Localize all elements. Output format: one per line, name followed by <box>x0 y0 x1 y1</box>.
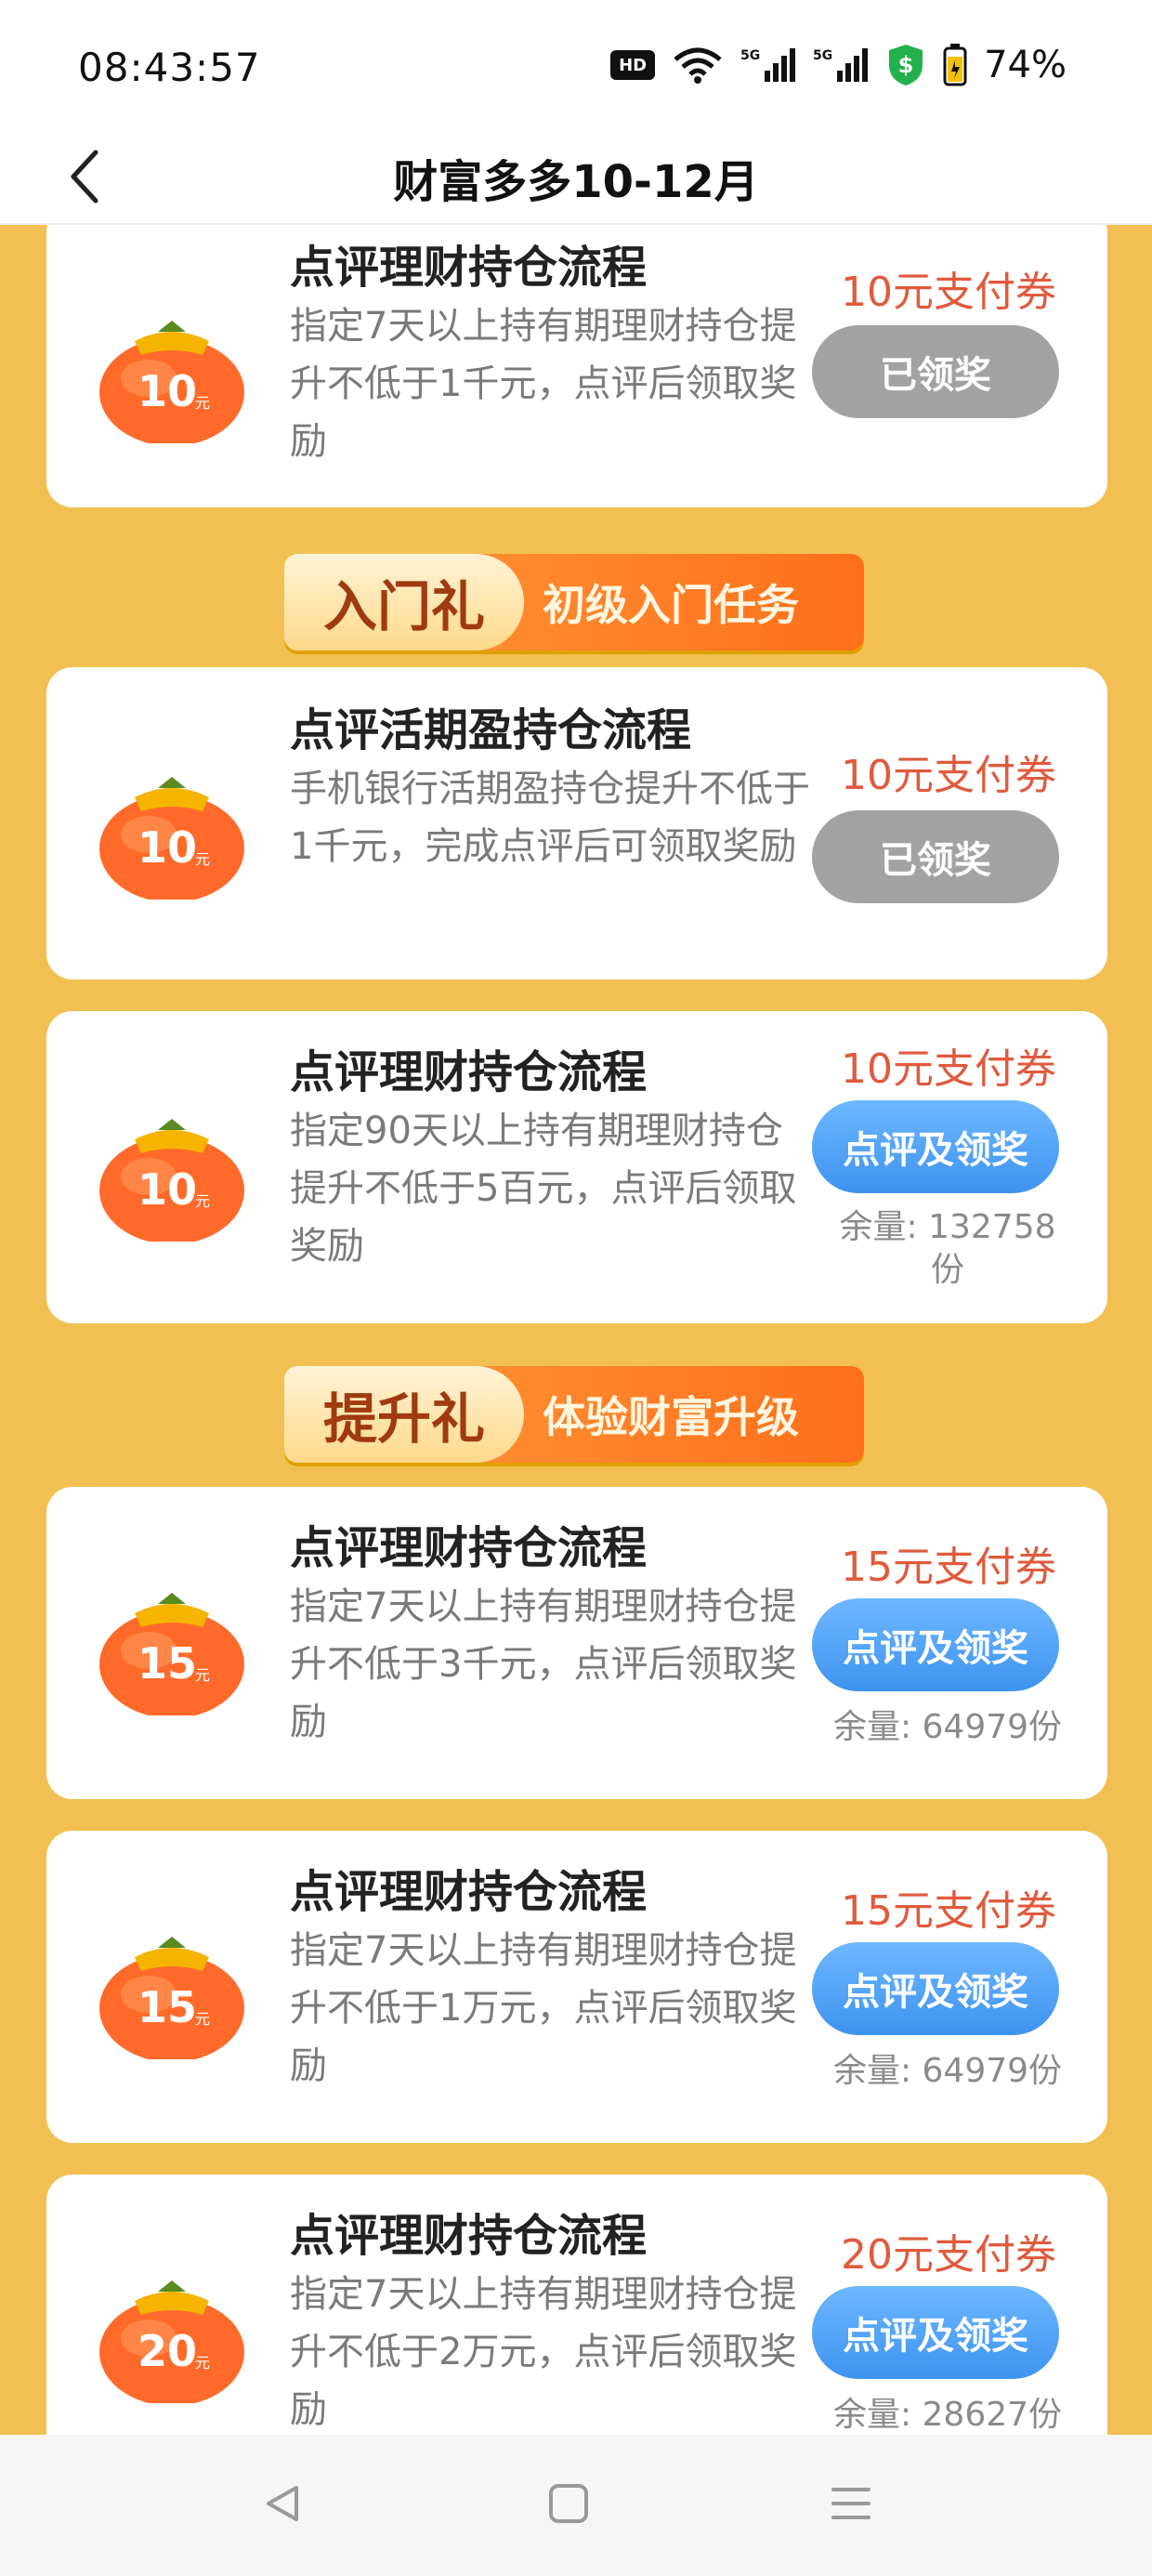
review-claim-button[interactable]: 点评及领奖 <box>812 1598 1059 1691</box>
coupon-amount: 10 <box>137 1164 197 1215</box>
reward-label: 15元支付券 <box>841 1544 1056 1591</box>
persimmon-coupon-icon: 10 元 <box>93 304 251 446</box>
battery-percent: 74% <box>984 44 1067 86</box>
signal-5g-icon-2: 5G <box>813 46 869 84</box>
app-header: 财富多多10-12月 <box>0 130 1152 225</box>
status-icons: HD 5G 5G $ 74% <box>610 43 1067 87</box>
card-title: 点评理财持仓流程 <box>290 242 648 294</box>
section-banner-subtitle: 初级入门任务 <box>543 580 799 630</box>
system-nav-bar <box>0 2435 1152 2576</box>
section-banner: 入门礼 初级入门任务 <box>284 554 864 651</box>
remaining-stock: 余量: 64979份 <box>832 2052 1063 2090</box>
svg-text:$: $ <box>898 52 914 78</box>
svg-text:元: 元 <box>195 1192 210 1210</box>
svg-text:元: 元 <box>195 1666 210 1684</box>
reward-label: 10元支付券 <box>841 752 1056 799</box>
section-banner-tag: 入门礼 <box>284 554 524 651</box>
persimmon-coupon-icon: 10 元 <box>93 1102 251 1244</box>
claimed-button[interactable]: 已领奖 <box>812 325 1059 418</box>
review-claim-button[interactable]: 点评及领奖 <box>812 2286 1059 2379</box>
coupon-amount: 10 <box>137 366 197 416</box>
section-banner-subtitle: 体验财富升级 <box>543 1392 799 1442</box>
task-card: 15 元 点评理财持仓流程 指定7天以上持有期理财持仓提升不低于3千元，点评后领… <box>46 1487 1107 1799</box>
nav-home-button[interactable] <box>531 2468 606 2543</box>
persimmon-coupon-icon: 10 元 <box>93 760 251 902</box>
card-title: 点评活期盈持仓流程 <box>290 704 692 756</box>
svg-text:5G: 5G <box>813 48 832 63</box>
card-title: 点评理财持仓流程 <box>290 1522 648 1574</box>
card-desc: 手机银行活期盈持仓提升不低于1千元，完成点评后可领取奖励 <box>290 768 810 868</box>
svg-text:元: 元 <box>195 2354 210 2372</box>
task-card: 10 元 点评理财持仓流程 指定90天以上持有期理财持仓提升不低于5百元，点评后… <box>46 1011 1107 1323</box>
signal-5g-icon: 5G <box>740 46 796 84</box>
claimed-button[interactable]: 已领奖 <box>812 810 1059 903</box>
review-claim-button[interactable]: 点评及领奖 <box>812 1100 1059 1193</box>
wifi-icon <box>672 46 724 84</box>
coupon-amount: 20 <box>137 2326 197 2376</box>
card-desc: 指定90天以上持有期理财持仓提升不低于5百元，点评后领取奖励 <box>290 1110 797 1268</box>
coupon-amount: 15 <box>137 1982 197 2032</box>
review-claim-button[interactable]: 点评及领奖 <box>812 1942 1059 2035</box>
remaining-stock: 余量: 64979份 <box>832 1708 1063 1746</box>
task-list[interactable]: 10 元 点评理财持仓流程 指定7天以上持有期理财持仓提升不低于1千元，点评后领… <box>0 225 1152 2435</box>
svg-text:元: 元 <box>195 394 210 412</box>
card-desc: 指定7天以上持有期理财持仓提升不低于1万元，点评后领取奖励 <box>290 1929 797 2087</box>
battery-icon <box>943 44 967 86</box>
persimmon-coupon-icon: 15 元 <box>93 1920 251 2062</box>
menu-lines-icon <box>828 2480 874 2530</box>
reward-label: 10元支付券 <box>841 269 1056 316</box>
nav-menu-button[interactable] <box>814 2468 888 2543</box>
hd-voice-icon: HD <box>610 50 656 80</box>
status-time: 08:43:57 <box>78 45 261 90</box>
card-desc: 指定7天以上持有期理财持仓提升不低于3千元，点评后领取奖励 <box>290 1585 797 1743</box>
section-banner-tag: 提升礼 <box>284 1366 524 1463</box>
remaining-stock: 余量: 132758份 <box>839 1208 1056 1289</box>
persimmon-coupon-icon: 15 元 <box>93 1576 251 1718</box>
card-desc: 指定7天以上持有期理财持仓提升不低于2万元，点评后领取奖励 <box>290 2273 797 2431</box>
reward-label: 20元支付券 <box>841 2231 1056 2279</box>
reward-label: 15元支付券 <box>841 1887 1056 1935</box>
status-bar: 08:43:57 HD 5G 5G $ 74% <box>0 0 1152 130</box>
svg-text:元: 元 <box>195 850 210 868</box>
card-title: 点评理财持仓流程 <box>290 1046 648 1098</box>
card-title: 点评理财持仓流程 <box>290 2210 648 2262</box>
remaining-stock: 余量: 28627份 <box>832 2396 1063 2434</box>
back-triangle-icon <box>259 2480 306 2530</box>
card-desc: 指定7天以上持有期理财持仓提升不低于1千元，点评后领取奖励 <box>290 305 797 463</box>
reward-label: 10元支付券 <box>841 1045 1056 1093</box>
nav-back-button[interactable] <box>245 2468 320 2543</box>
coupon-amount: 15 <box>137 1638 197 1689</box>
svg-text:元: 元 <box>195 2010 210 2028</box>
task-card: 10 元 点评活期盈持仓流程 手机银行活期盈持仓提升不低于1千元，完成点评后可领… <box>46 667 1107 979</box>
card-title: 点评理财持仓流程 <box>290 1866 648 1918</box>
page-title: 财富多多10-12月 <box>393 156 759 208</box>
task-card: 10 元 点评理财持仓流程 指定7天以上持有期理财持仓提升不低于1千元，点评后领… <box>46 225 1107 507</box>
section-banner: 提升礼 体验财富升级 <box>284 1366 864 1463</box>
svg-text:5G: 5G <box>740 48 760 63</box>
coupon-amount: 10 <box>137 822 197 873</box>
task-card: 20 元 点评理财持仓流程 指定7天以上持有期理财持仓提升不低于2万元，点评后领… <box>46 2175 1107 2435</box>
home-square-icon <box>545 2480 592 2530</box>
task-card: 15 元 点评理财持仓流程 指定7天以上持有期理财持仓提升不低于1万元，点评后领… <box>46 1831 1107 2143</box>
persimmon-coupon-icon: 20 元 <box>93 2264 251 2406</box>
shield-dollar-icon: $ <box>885 43 926 87</box>
